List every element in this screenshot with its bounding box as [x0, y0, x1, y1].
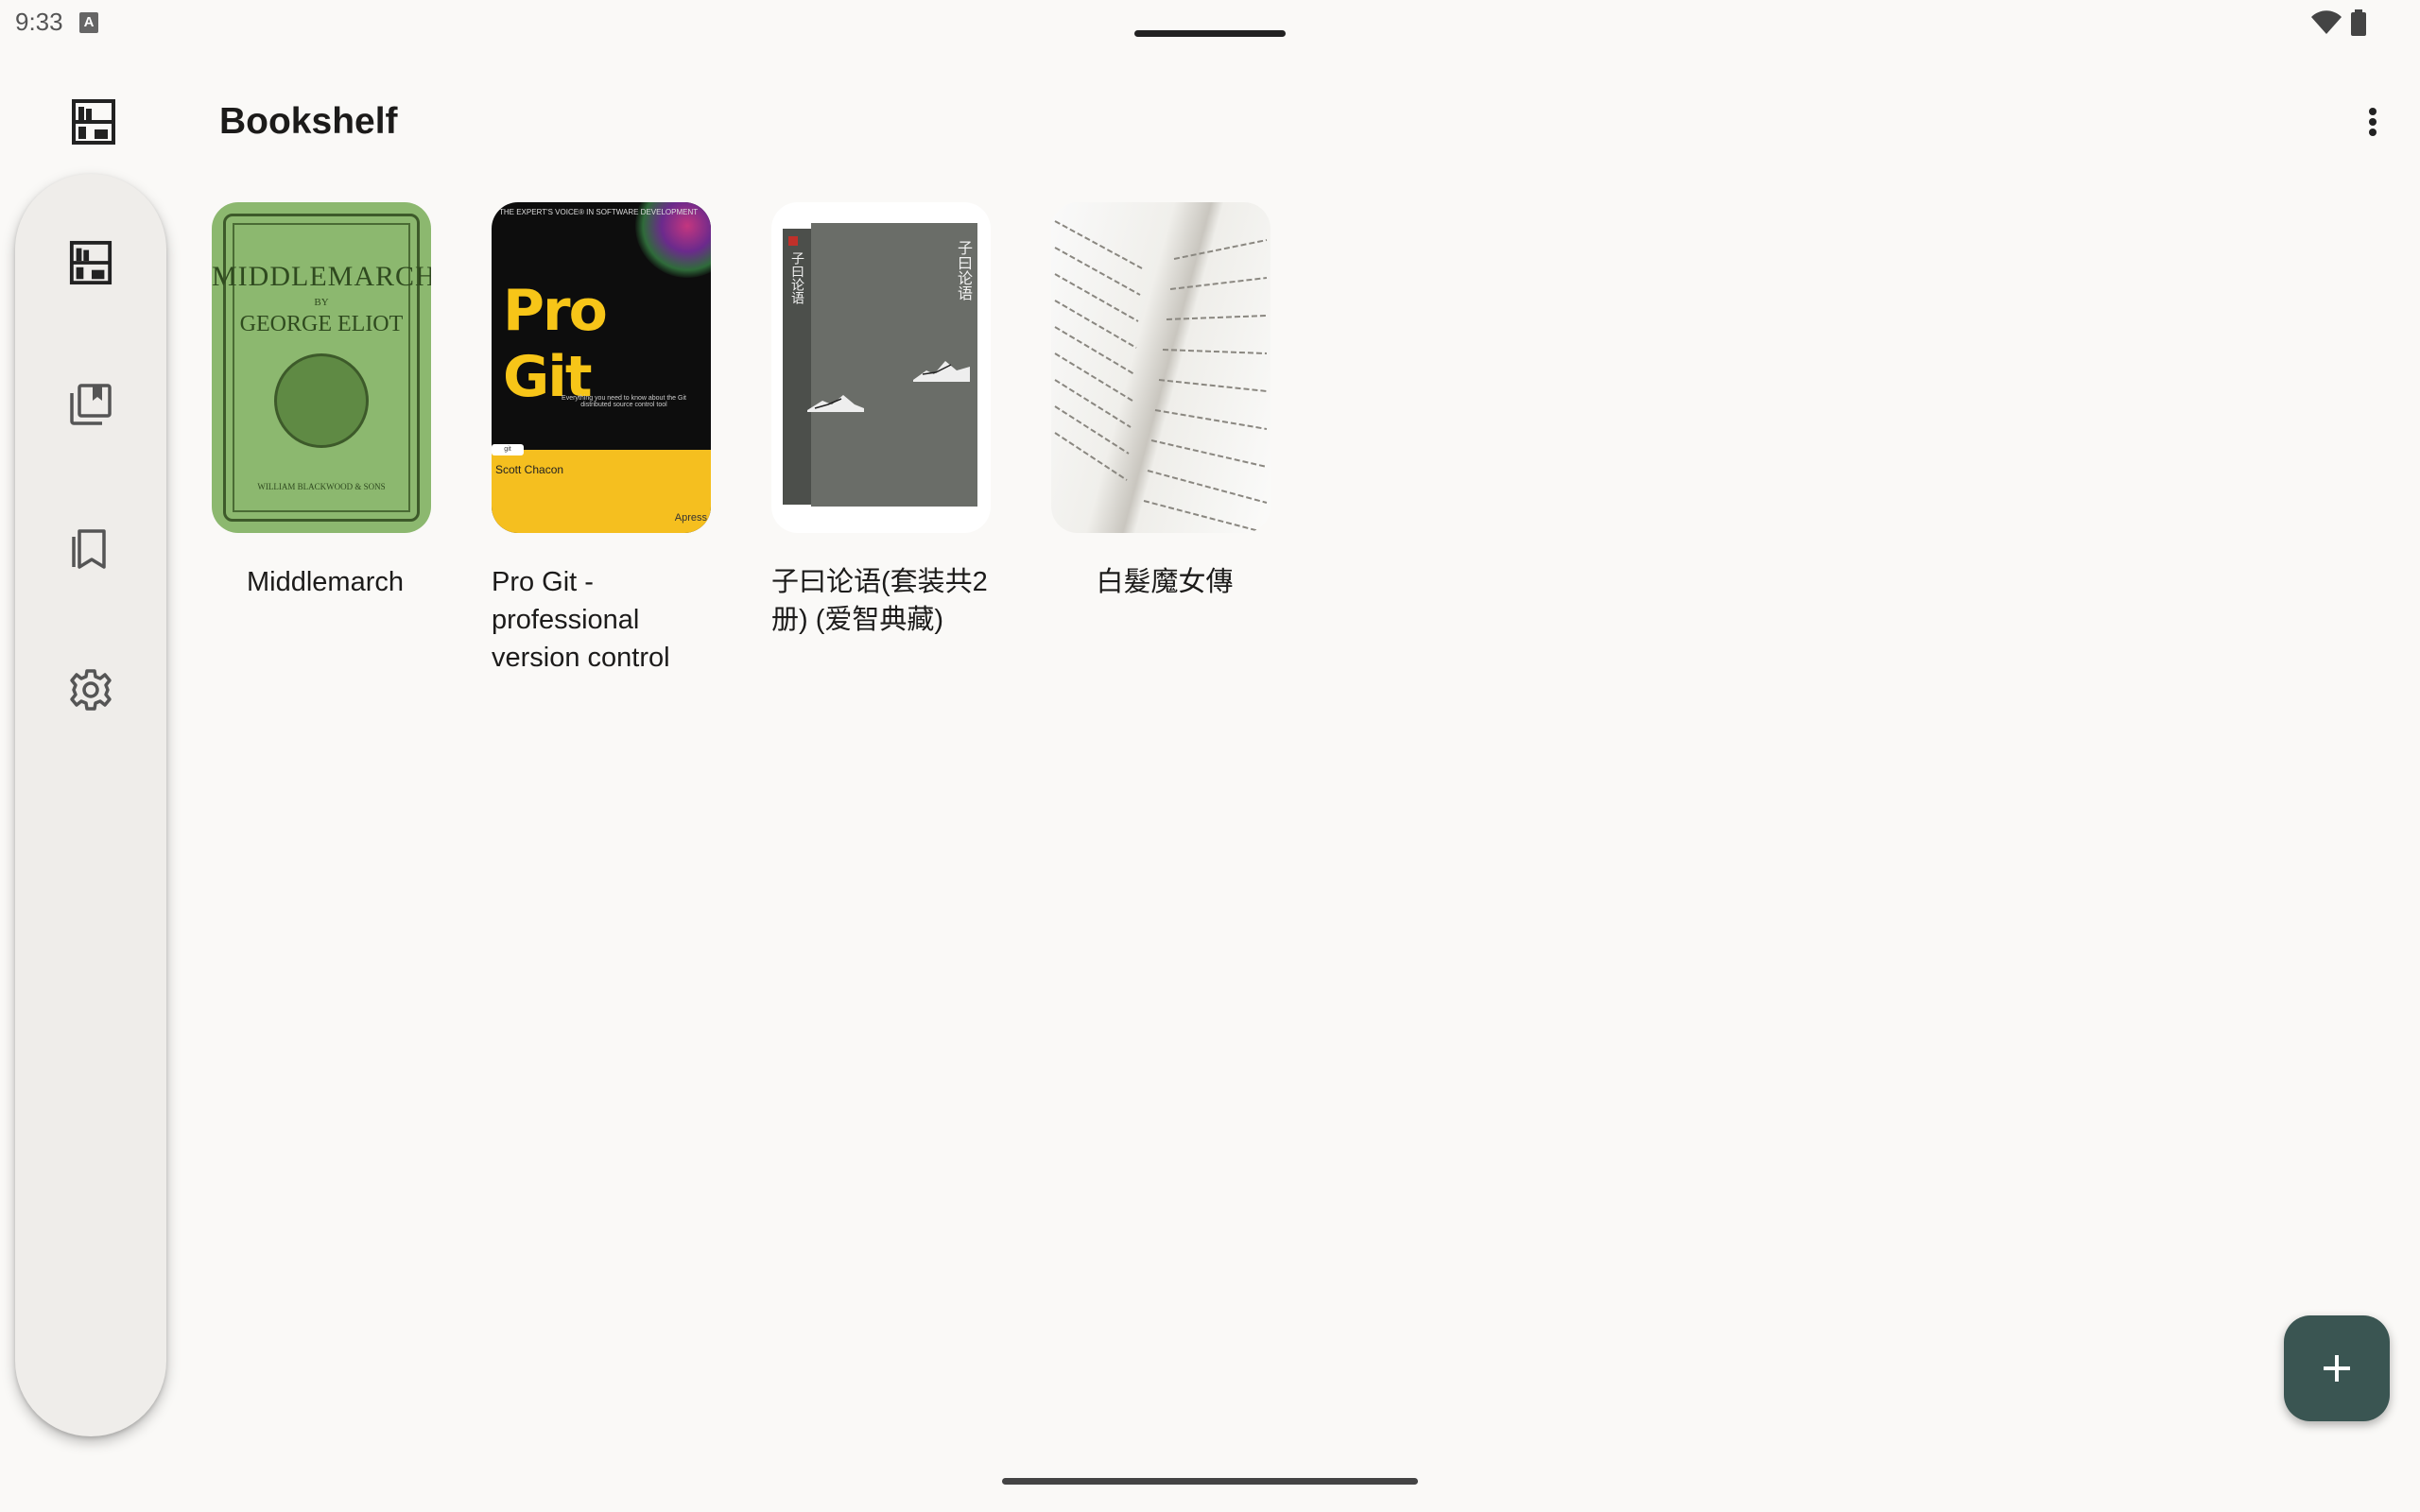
add-icon: [2324, 1355, 2350, 1382]
settings-icon: [70, 669, 112, 711]
battery-icon: [2351, 9, 2366, 36]
nav-item-bookmarks[interactable]: [62, 520, 119, 576]
status-time: 9:33: [15, 8, 63, 36]
nav-item-bookshelf[interactable]: [62, 234, 119, 291]
book-cover[interactable]: MIDDLEMARCH BY GEORGE ELIOT WILLIAM BLAC…: [212, 202, 431, 533]
cover-mountain: [807, 395, 864, 412]
book-cover[interactable]: 子曰论语 子曰论语: [771, 202, 991, 533]
cover-title: Pro Git: [503, 278, 608, 410]
cover-publisher: Apress: [674, 512, 707, 524]
cover-title: MIDDLEMARCH: [212, 261, 431, 292]
a-icon: A: [79, 12, 98, 33]
cover-by: BY: [314, 297, 329, 308]
book-card[interactable]: 子曰论语 子曰论语 子曰论语(套装共2册) (爱智典藏): [771, 202, 993, 639]
wifi-icon: [2311, 10, 2342, 34]
book-title[interactable]: 子曰论语(套装共2册) (爱智典藏): [771, 563, 998, 639]
book-card[interactable]: MIDDLEMARCH BY GEORGE ELIOT WILLIAM BLAC…: [212, 202, 433, 601]
cover-title: 子曰论语: [955, 240, 971, 301]
cover-tag: git: [492, 444, 524, 455]
cover-subtitle: Everything you need to know about the Gi…: [562, 395, 686, 408]
cover-mountain: [913, 361, 970, 382]
page-title: Bookshelf: [219, 101, 398, 142]
book-card[interactable]: THE EXPERT'S VOICE® IN SOFTWARE DEVELOPM…: [492, 202, 713, 677]
shelf-icon[interactable]: [70, 98, 117, 146]
book-title[interactable]: Middlemarch: [212, 563, 439, 601]
cover-seal: [788, 236, 798, 246]
nav-item-settings[interactable]: [62, 662, 119, 718]
nav-item-library[interactable]: [62, 376, 119, 433]
cover-text-lines: [1054, 220, 1268, 532]
book-title[interactable]: 白髮魔女傳: [1051, 563, 1278, 601]
cover-medallion: [274, 353, 369, 448]
book-card[interactable]: 白髮魔女傳: [1051, 202, 1272, 601]
status-bar: 9:33 A: [0, 0, 2420, 45]
gesture-handle[interactable]: [1002, 1478, 1418, 1485]
cover-author: GEORGE ELIOT: [239, 312, 404, 336]
book-cover[interactable]: [1051, 202, 1270, 533]
more-vert-icon[interactable]: [2360, 98, 2386, 146]
top-handle: [1134, 30, 1286, 37]
cover-publisher: WILLIAM BLACKWOOD & SONS: [257, 482, 386, 491]
cover-author: Scott Chacon: [495, 463, 564, 476]
cover-series: THE EXPERT'S VOICE® IN SOFTWARE DEVELOPM…: [499, 208, 699, 216]
bookmarks-icon: [72, 529, 106, 569]
library-icon: [70, 384, 112, 425]
navigation-rail: [15, 174, 166, 1436]
book-title[interactable]: Pro Git - professional version control: [492, 563, 718, 677]
cover-spine-title: 子曰论语: [790, 251, 805, 304]
add-book-button[interactable]: [2284, 1315, 2390, 1421]
shelf-icon: [69, 240, 112, 285]
book-cover[interactable]: THE EXPERT'S VOICE® IN SOFTWARE DEVELOPM…: [492, 202, 711, 533]
